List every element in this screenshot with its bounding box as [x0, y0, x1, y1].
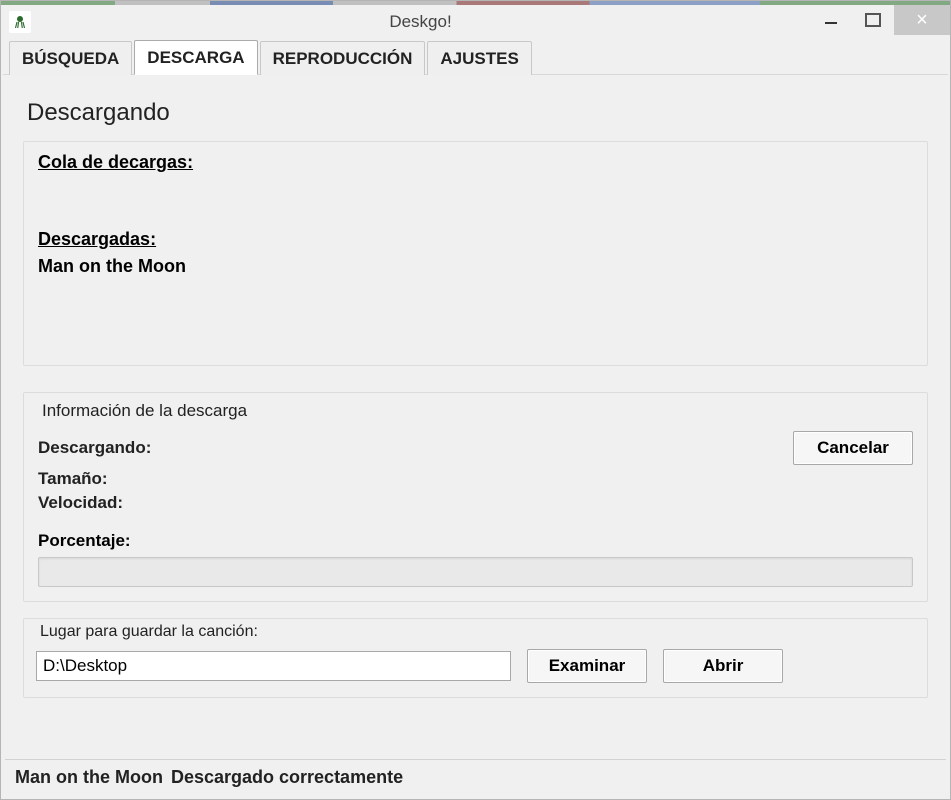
minimize-button[interactable]	[810, 5, 852, 35]
queue-list	[38, 179, 913, 229]
tab-strip: BÚSQUEDA DESCARGA REPRODUCCIÓN AJUSTES	[3, 39, 948, 75]
save-location-group: Lugar para guardar la canción: Examinar …	[23, 618, 928, 698]
download-info-legend: Información de la descarga	[38, 401, 251, 421]
open-button[interactable]: Abrir	[663, 649, 783, 683]
titlebar[interactable]: Deskgo!	[1, 5, 950, 39]
download-info-group: Información de la descarga Descargando: …	[23, 392, 928, 602]
status-message: Descargado correctamente	[171, 767, 403, 788]
info-speed-label: Velocidad:	[38, 493, 913, 513]
browse-button[interactable]: Examinar	[527, 649, 647, 683]
page-heading: Descargando	[27, 99, 930, 127]
close-button[interactable]	[894, 5, 950, 35]
info-downloading-label: Descargando:	[38, 438, 151, 458]
downloaded-item: Man on the Moon	[38, 256, 913, 277]
app-icon	[9, 11, 31, 33]
save-location-legend: Lugar para guardar la canción:	[36, 623, 262, 641]
client-area: BÚSQUEDA DESCARGA REPRODUCCIÓN AJUSTES D…	[3, 39, 948, 797]
tab-busqueda[interactable]: BÚSQUEDA	[9, 41, 132, 75]
app-window: Deskgo! BÚSQUEDA DESCARGA REPRODUCCIÓN A…	[0, 0, 951, 800]
window-title: Deskgo!	[31, 12, 810, 32]
download-queue-group: Cola de decargas: Descargadas: Man on th…	[23, 141, 928, 366]
status-item-name: Man on the Moon	[15, 767, 163, 788]
cancel-button[interactable]: Cancelar	[793, 431, 913, 465]
save-path-input[interactable]	[36, 651, 511, 681]
tab-reproduccion[interactable]: REPRODUCCIÓN	[260, 41, 426, 75]
tab-descarga[interactable]: DESCARGA	[134, 40, 257, 75]
maximize-button[interactable]	[852, 5, 894, 35]
info-percent-label: Porcentaje:	[38, 531, 913, 551]
tab-ajustes[interactable]: AJUSTES	[427, 41, 531, 75]
tab-panel-descarga: Descargando Cola de decargas: Descargada…	[3, 75, 948, 797]
window-controls	[810, 5, 950, 35]
progress-bar	[38, 557, 913, 587]
info-size-label: Tamaño:	[38, 469, 913, 489]
queue-label: Cola de decargas:	[38, 152, 913, 173]
status-bar: Man on the Moon Descargado correctamente	[5, 759, 946, 795]
downloaded-label: Descargadas:	[38, 229, 913, 250]
